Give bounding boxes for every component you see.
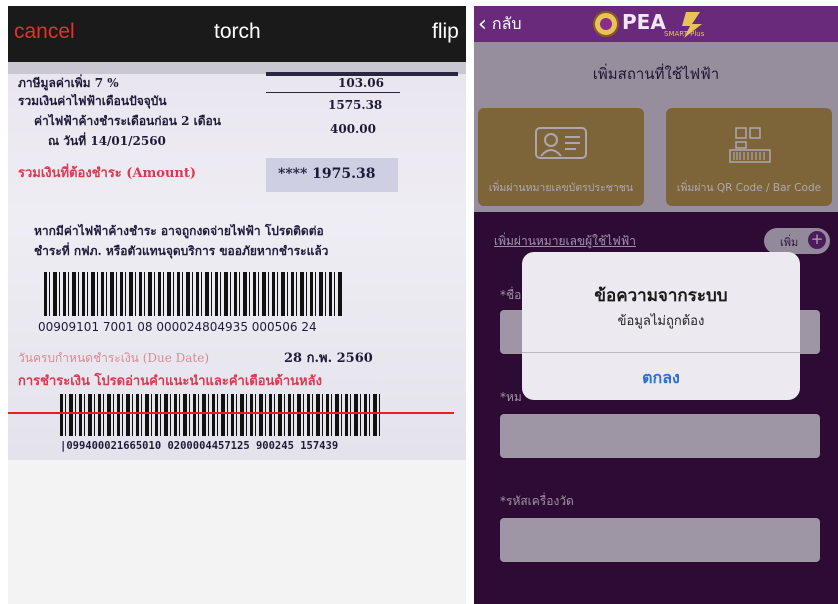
notice-line-2: ชำระที่ กฟภ. หรือตัวแทนจุดบริการ ขออภัยห… (34, 244, 329, 258)
overdue-value: 400.00 (330, 122, 376, 136)
notice-line-1: หากมีค่าไฟฟ้าค้างชำระ อาจถูกงดจ่ายไฟฟ้า … (34, 224, 324, 238)
total-value: **** 1975.38 (278, 166, 376, 182)
dialog-message: ข้อมูลไม่ถูกต้อง (617, 314, 705, 329)
divider (266, 92, 400, 93)
pea-logo: PEA SMART Plus (590, 8, 710, 40)
dialog-title: ข้อความจากระบบ (594, 286, 728, 306)
logo-text: PEA (622, 10, 666, 34)
ok-button[interactable]: ตกลง (522, 366, 800, 391)
scan-line (8, 412, 454, 414)
barcode-1 (44, 272, 342, 316)
barcode-1-number: 00909101 7001 08 000024804935 000506 24 (38, 320, 317, 334)
camera-viewfinder: ภาษีมูลค่าเพิ่ม 7 % 103.06 รวมเงินค่าไฟฟ… (8, 62, 466, 460)
barcode-2-number: |099400021665010 0200004457125 900245 15… (60, 440, 339, 452)
as-of-date: ณ วันที่ 14/01/2560 (48, 134, 166, 148)
app-header: ‹ กลับ PEA SMART Plus (474, 6, 838, 42)
pea-app-screen: ‹ กลับ PEA SMART Plus เพิ่มสถานที่ใช้ไฟฟ… (474, 6, 838, 604)
due-date-label: วันครบกำหนดชำระเงิน (Due Date) (18, 351, 210, 365)
dialog-divider (522, 352, 800, 353)
back-button[interactable]: ‹ กลับ (478, 12, 522, 37)
total-label: รวมเงินที่ต้องชำระ (Amount) (18, 166, 197, 181)
alert-dialog: ข้อความจากระบบ ข้อมูลไม่ถูกต้อง ตกลง (522, 252, 800, 400)
current-value: 1575.38 (328, 98, 383, 112)
barcode-2 (60, 394, 382, 436)
camera-toolbar: cancel torch flip (8, 6, 466, 62)
torch-button[interactable]: torch (214, 20, 261, 44)
cancel-button[interactable]: cancel (14, 20, 75, 44)
logo-subtext: SMART Plus (664, 30, 705, 38)
flip-camera-button[interactable]: flip (432, 20, 459, 44)
payment-note: การชำระเงิน โปรดอ่านคำแนะนำและคำเตือนด้า… (18, 374, 322, 389)
due-date-value: 28 ก.พ. 2560 (284, 351, 373, 366)
vat-value: 103.06 (338, 76, 384, 90)
current-label: รวมเงินค่าไฟฟ้าเดือนปัจจุบัน (18, 94, 167, 108)
chevron-left-icon: ‹ (478, 12, 487, 37)
scanner-screen: cancel torch flip ภาษีมูลค่าเพิ่ม 7 % 10… (8, 6, 466, 604)
amount-box: **** 1975.38 (266, 158, 398, 192)
camera-bottom-area (8, 460, 466, 604)
vat-label: ภาษีมูลค่าเพิ่ม 7 % (18, 76, 119, 90)
back-label: กลับ (491, 14, 522, 33)
overdue-label: ค่าไฟฟ้าค้างชำระเดือนก่อน 2 เดือน (34, 114, 221, 128)
